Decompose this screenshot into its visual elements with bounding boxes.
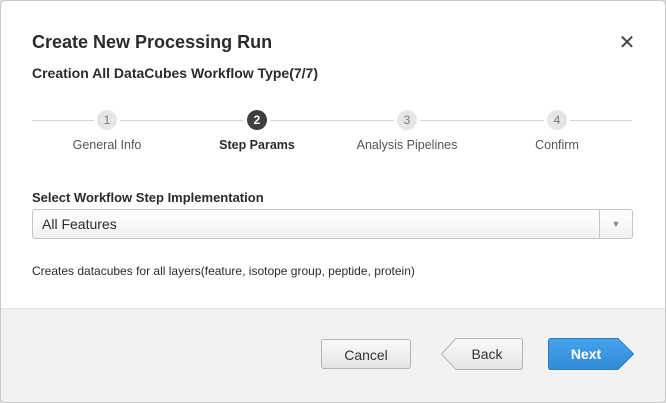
dialog-subtitle: Creation All DataCubes Workflow Type(7/7… [32, 65, 319, 81]
step-number: 2 [247, 110, 267, 130]
chevron-down-icon[interactable]: ▼ [599, 210, 632, 238]
dialog-footer: Cancel Back Next [1, 308, 665, 402]
step-label: Step Params [219, 138, 295, 152]
back-button-label: Back [471, 346, 503, 362]
step-number: 4 [547, 110, 567, 130]
back-button[interactable]: Back [441, 338, 523, 370]
workflow-step-select[interactable]: All Features ▼ [32, 209, 633, 239]
step-label: General Info [72, 138, 142, 152]
step-label: Confirm [535, 138, 579, 152]
wizard-stepper: 1 General Info 2 Step Params 3 Analysis … [32, 109, 632, 159]
workflow-step-label: Select Workflow Step Implementation [32, 190, 264, 205]
step-analysis-pipelines: 3 Analysis Pipelines [332, 109, 482, 152]
processing-run-dialog: Create New Processing Run ✕ Creation All… [0, 0, 666, 403]
step-step-params: 2 Step Params [182, 109, 332, 152]
selected-value: All Features [42, 216, 117, 232]
step-label: Analysis Pipelines [356, 138, 458, 152]
cancel-button[interactable]: Cancel [321, 339, 411, 369]
close-icon[interactable]: ✕ [616, 32, 638, 54]
step-number: 1 [97, 110, 117, 130]
dialog-title: Create New Processing Run [32, 32, 273, 52]
step-confirm: 4 Confirm [482, 109, 632, 152]
implementation-description: Creates datacubes for all layers(feature… [32, 264, 415, 278]
step-general-info: 1 General Info [32, 109, 182, 152]
next-button-label: Next [570, 346, 602, 362]
next-button[interactable]: Next [548, 338, 634, 370]
step-number: 3 [397, 110, 417, 130]
